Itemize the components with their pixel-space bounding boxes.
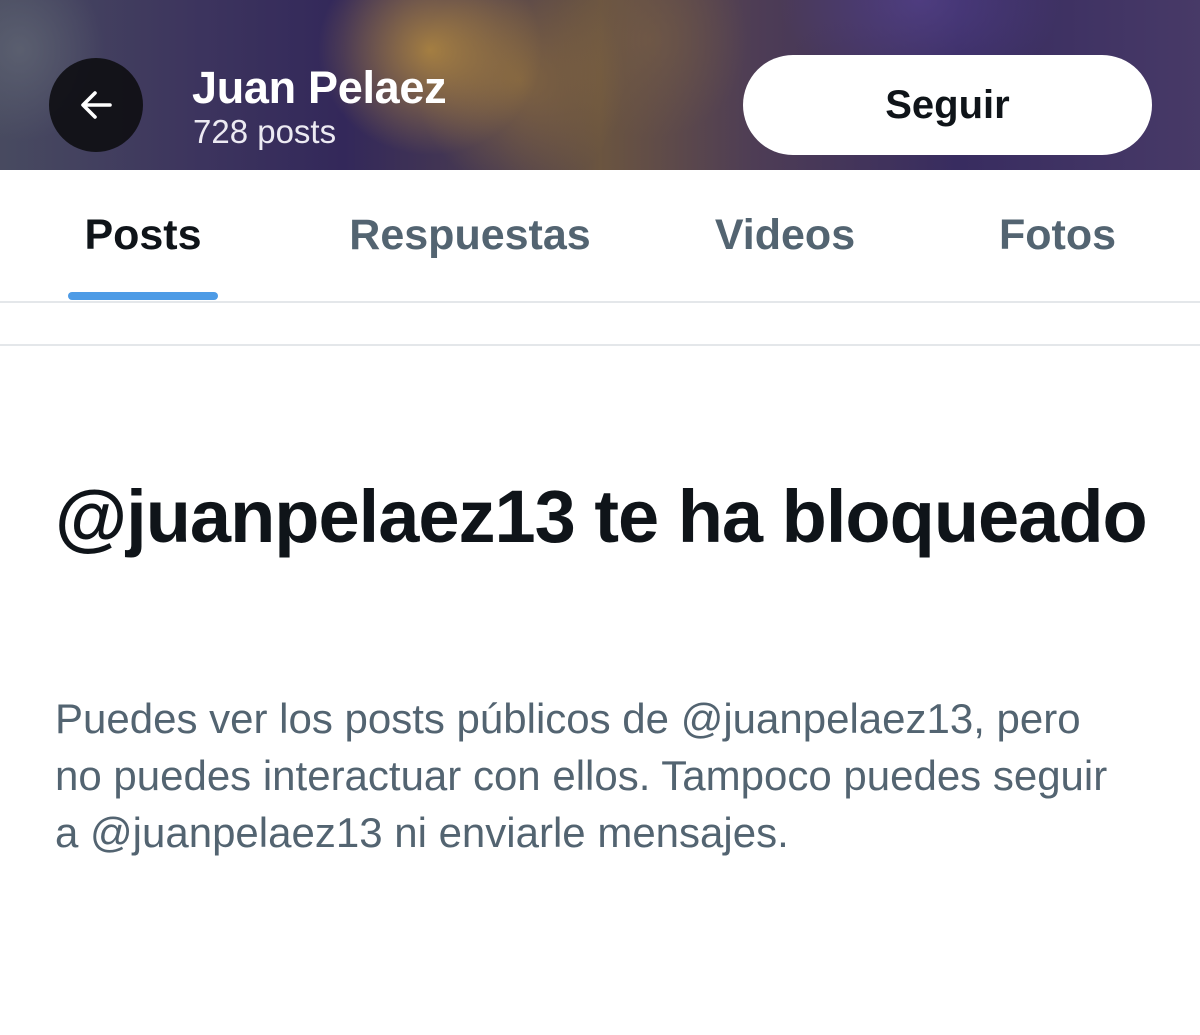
follow-button[interactable]: Seguir (743, 55, 1152, 155)
tab-videos[interactable]: Videos (690, 170, 880, 301)
post-count: 728 posts (193, 113, 337, 150)
tab-fotos[interactable]: Fotos (975, 170, 1140, 301)
profile-tabs: Posts Respuestas Videos Fotos (0, 170, 1200, 303)
active-tab-indicator (68, 292, 218, 300)
blocked-description: Puedes ver los posts públicos de @juanpe… (55, 695, 1108, 856)
tab-posts[interactable]: Posts (68, 170, 218, 301)
arrow-left-icon (81, 91, 112, 119)
blocked-title: @juanpelaez13 te ha bloqueado (55, 475, 1148, 558)
profile-name: Juan Pelaez (192, 62, 447, 113)
tab-respuestas[interactable]: Respuestas (320, 170, 620, 301)
back-button[interactable] (49, 58, 143, 152)
profile-header: Juan Pelaez 728 posts Seguir (0, 0, 1200, 170)
divider (0, 344, 1200, 346)
